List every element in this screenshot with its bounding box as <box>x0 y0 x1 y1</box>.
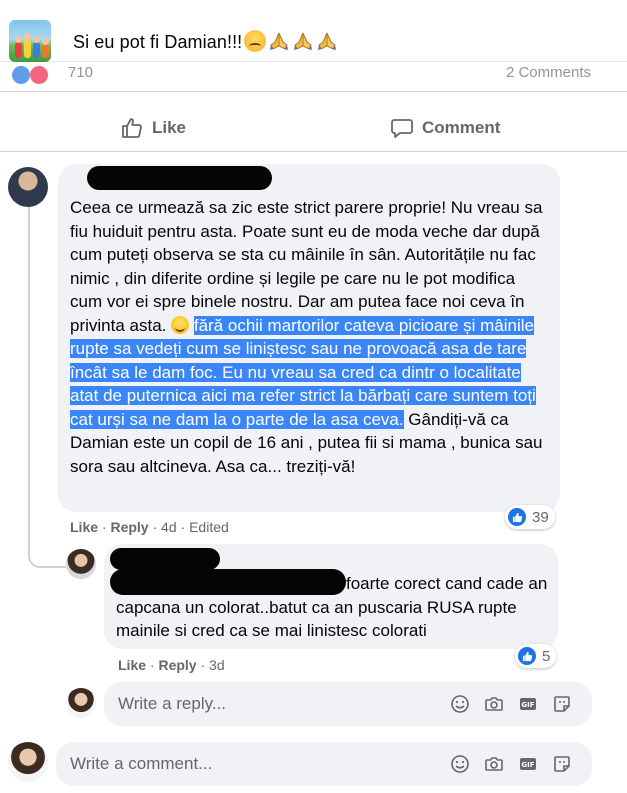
commenter-avatar[interactable] <box>8 167 48 207</box>
comment-input-tools: GIF <box>450 754 572 774</box>
emoji-picker-icon[interactable] <box>450 694 470 714</box>
thread-connector <box>28 528 66 568</box>
thread-connector <box>28 205 30 530</box>
reply-meta: Like · Reply · 3d <box>118 657 225 673</box>
praying-hands-emoji-icon <box>292 30 314 52</box>
smiling-face-emoji-icon <box>171 315 190 334</box>
reaction-count-value: 39 <box>532 508 549 526</box>
thumbs-up-icon <box>122 118 142 138</box>
crying-face-emoji-icon <box>244 30 267 52</box>
sticker-icon[interactable] <box>552 754 572 774</box>
comment-text: Ceea ce urmează sa zic este strict parer… <box>70 196 550 478</box>
reply-timestamp[interactable]: 3d <box>209 657 225 673</box>
camera-icon[interactable] <box>484 694 504 714</box>
comment-input-placeholder[interactable]: Write a comment... <box>70 754 212 774</box>
comment-reply-link[interactable]: Reply <box>110 519 148 535</box>
reaction-count-value: 5 <box>542 647 551 665</box>
reply-like-link[interactable]: Like <box>118 657 146 673</box>
reply-input-tools: GIF <box>450 694 572 714</box>
emoji-picker-icon[interactable] <box>450 754 470 774</box>
post-header: Si eu pot fi Damian!!! <box>0 0 627 62</box>
comment-count[interactable]: 2 Comments <box>506 64 591 81</box>
post-action-bar <box>0 102 627 152</box>
comment-reaction-count[interactable]: 39 <box>505 505 555 529</box>
like-button[interactable]: Like <box>120 113 186 143</box>
comment-meta: Like · Reply · 4d · Edited <box>70 519 229 535</box>
thumbnail-figure <box>42 38 49 58</box>
post-title-text: Si eu pot fi Damian!!! <box>73 32 243 52</box>
post-title[interactable]: Si eu pot fi Damian!!! <box>73 30 338 53</box>
thumbnail-figure <box>24 33 31 58</box>
current-user-avatar[interactable] <box>66 688 96 718</box>
comment-button[interactable]: Comment <box>390 113 500 143</box>
reply-text: foarte corect cand cade an capcana un co… <box>116 574 548 640</box>
thumbnail-figure <box>33 36 40 58</box>
camera-icon[interactable] <box>484 754 504 774</box>
reply-reply-link[interactable]: Reply <box>158 657 196 673</box>
comment-like-link[interactable]: Like <box>70 519 98 535</box>
comment-button-label: Comment <box>422 118 501 137</box>
gif-icon[interactable]: GIF <box>518 754 538 774</box>
like-reaction-icon <box>508 508 526 526</box>
redacted-author-name <box>87 166 272 190</box>
current-user-avatar[interactable] <box>8 742 48 782</box>
comment-bubble-icon <box>391 119 413 138</box>
like-button-label: Like <box>152 118 187 137</box>
replier-avatar[interactable] <box>66 549 96 579</box>
like-reaction-icon <box>518 647 536 665</box>
svg-text:GIF: GIF <box>521 701 534 709</box>
praying-hands-emoji-icon <box>316 30 338 52</box>
comment-edited-label[interactable]: Edited <box>189 519 229 535</box>
svg-text:GIF: GIF <box>521 761 534 769</box>
reply-input-placeholder[interactable]: Write a reply... <box>118 694 226 714</box>
reaction-count[interactable]: 710 <box>68 64 93 81</box>
group-thumbnail[interactable] <box>9 20 51 62</box>
comment-timestamp[interactable]: 4d <box>161 519 177 535</box>
gif-icon[interactable]: GIF <box>518 694 538 714</box>
like-reaction-icon <box>12 66 30 84</box>
comment-text-part: Ceea ce urmează sa zic este strict parer… <box>70 198 543 335</box>
thumbnail-figure <box>15 36 22 58</box>
love-reaction-icon <box>30 66 48 84</box>
praying-hands-emoji-icon <box>268 30 290 52</box>
sticker-icon[interactable] <box>552 694 572 714</box>
redacted-author-name <box>110 548 220 570</box>
reply-reaction-count[interactable]: 5 <box>515 644 557 668</box>
